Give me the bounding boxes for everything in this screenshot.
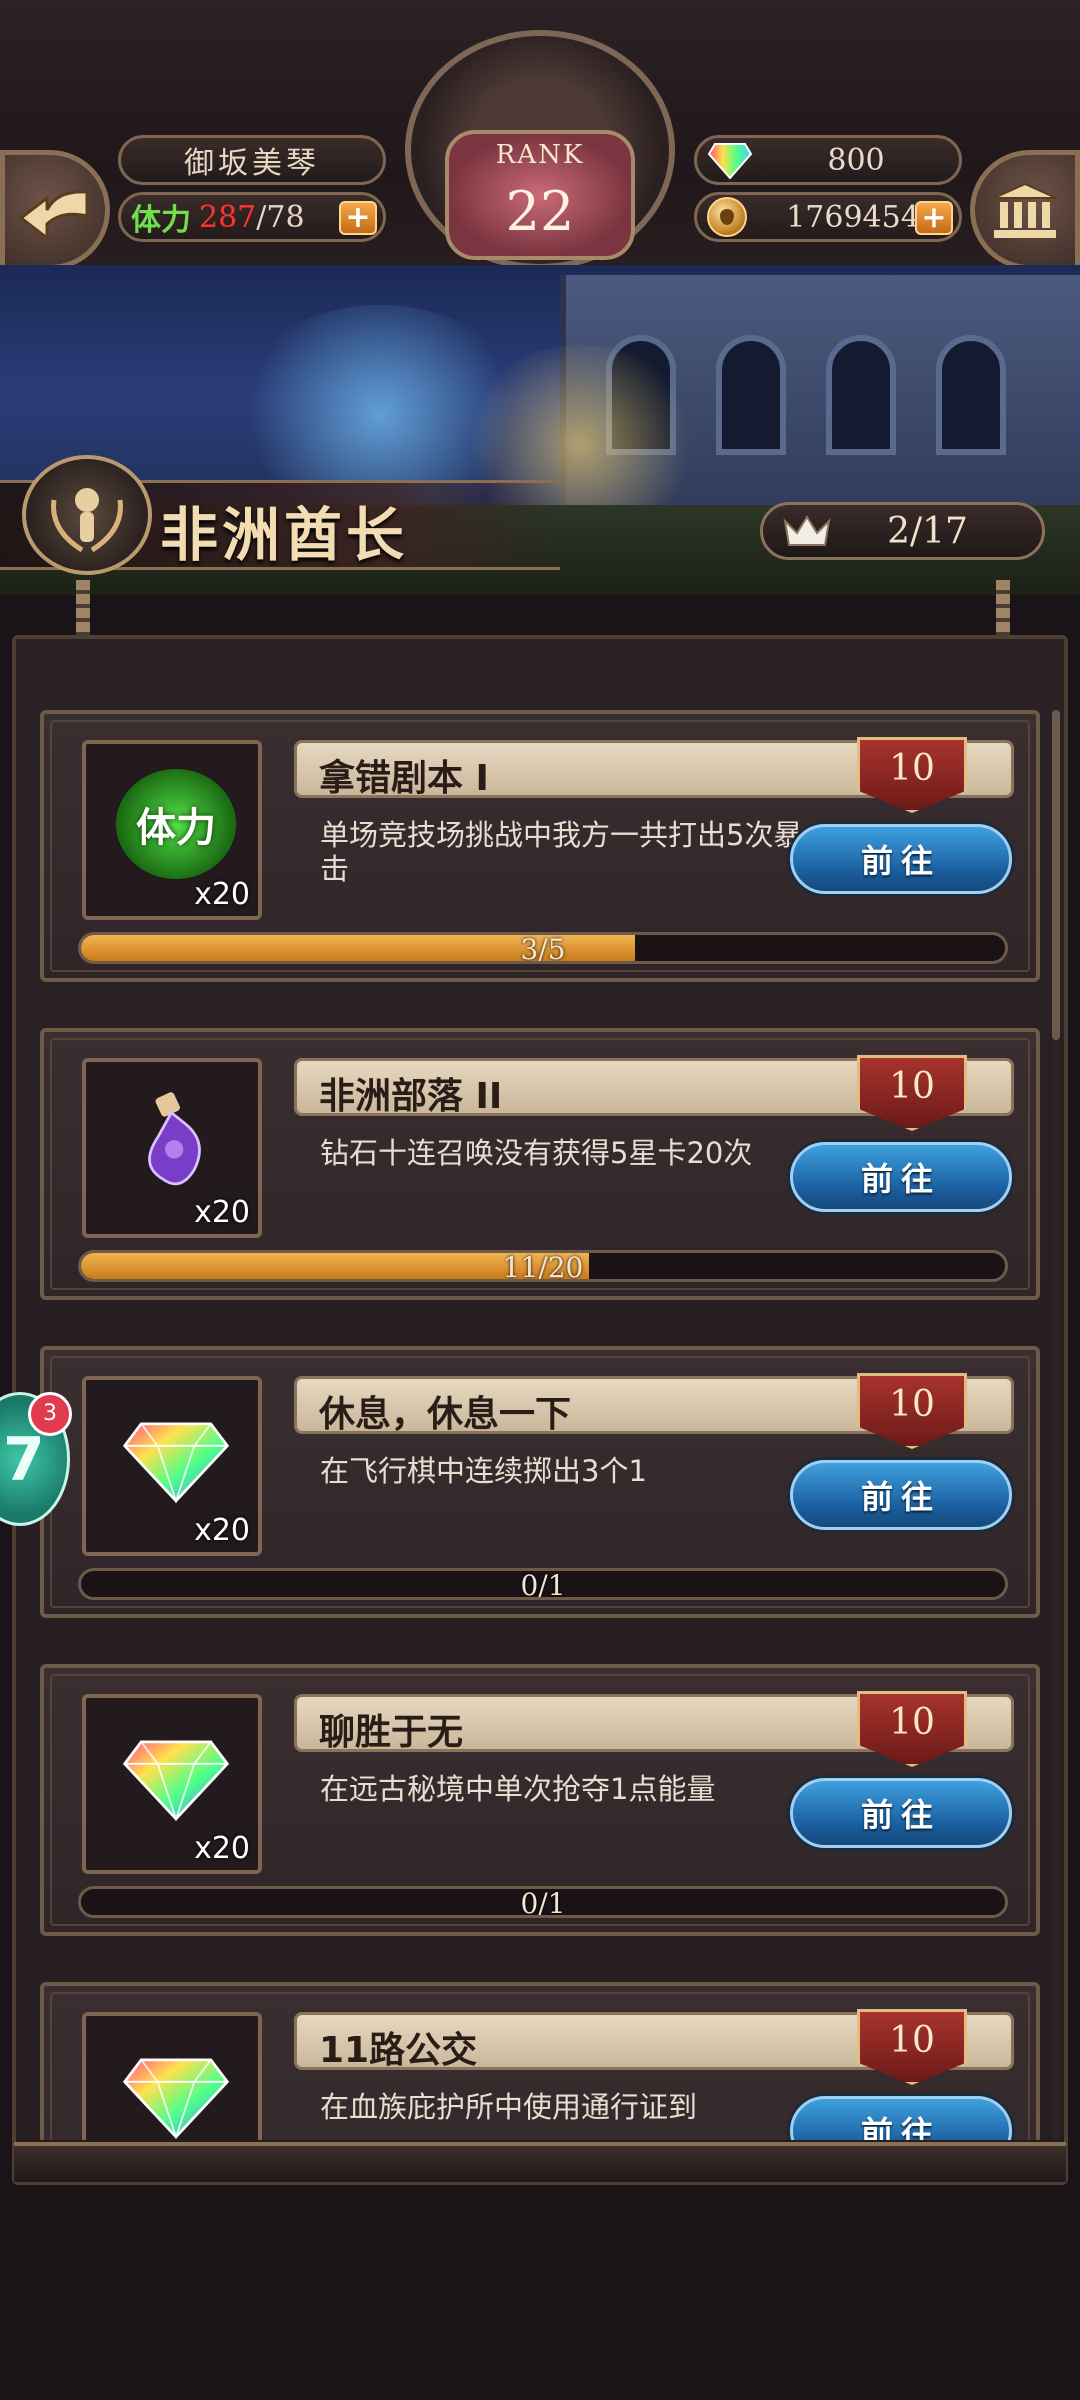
gem-icon — [707, 143, 753, 180]
chain-left — [76, 580, 90, 640]
task-description: 在远古秘境中单次抢夺1点能量 — [320, 1772, 716, 1806]
go-button[interactable]: 前往 — [790, 1460, 1012, 1530]
crown-icon — [783, 515, 831, 546]
scrollbar-thumb[interactable] — [1052, 710, 1060, 1040]
task-title-bar: 拿错剧本 I 10 — [294, 737, 1014, 813]
back-arrow-icon — [18, 190, 89, 240]
task-points: 10 — [889, 1066, 935, 1107]
task-progress-text: 0/1 — [520, 1887, 566, 1918]
task-title: 拿错剧本 I — [319, 758, 489, 799]
reward-slot[interactable]: x20 — [82, 1058, 262, 1238]
player-name: 御坂美琴 — [118, 135, 386, 185]
top-bar: 御坂美琴 体力 287 /78 + RANK 22 800 1769454 + — [0, 0, 1080, 290]
points-ribbon: 10 — [857, 1373, 967, 1449]
go-button-label: 前往 — [860, 2114, 941, 2140]
side-float-label: 7 — [3, 1425, 45, 1495]
reward-quantity: x20 — [194, 1513, 250, 1548]
task-title: 休息，休息一下 — [319, 1394, 572, 1435]
reward-slot[interactable]: x20 — [82, 2012, 262, 2140]
go-button[interactable]: 前往 — [790, 1778, 1012, 1848]
task-progress-bar: 0/1 — [78, 1886, 1008, 1918]
achievement-progress-value: 2/17 — [887, 510, 968, 552]
task-title-bar: 非洲部落 II 10 — [294, 1055, 1014, 1131]
add-stamina-button[interactable]: + — [339, 201, 377, 235]
stamina-icon: 体力 — [116, 769, 236, 879]
task-card: x20 休息，休息一下 10 在飞行棋中连续掷出3个1 前往 0/1 — [40, 1346, 1040, 1618]
back-button[interactable] — [0, 150, 110, 270]
task-title: 11路公交 — [319, 2030, 478, 2071]
reward-slot[interactable]: 体力 x20 — [82, 740, 262, 920]
stamina-display: 体力 287 /78 + — [118, 192, 386, 242]
add-gold-button[interactable]: + — [915, 201, 953, 235]
gold-display: 1769454 + — [694, 192, 962, 242]
task-card: 体力 x20 拿错剧本 I 10 单场竞技场挑战中我方一共打出5次暴击 前往 3… — [40, 710, 1040, 982]
task-title-bar: 聊胜于无 10 — [294, 1691, 1014, 1767]
task-points: 10 — [889, 1384, 935, 1425]
stamina-max: /78 — [256, 199, 305, 235]
stamina-label: 体力 — [131, 203, 191, 238]
gem-icon — [122, 1421, 230, 1504]
task-title-bar: 11路公交 10 — [294, 2009, 1014, 2085]
reward-quantity: x20 — [194, 1195, 250, 1230]
task-progress-text: 11/20 — [502, 1251, 584, 1282]
task-points: 10 — [889, 1702, 935, 1743]
achievement-title: 非洲酋长 — [160, 501, 409, 569]
task-card: x20 聊胜于无 10 在远古秘境中单次抢夺1点能量 前往 0/1 — [40, 1664, 1040, 1936]
task-progress-text: 3/5 — [520, 933, 566, 964]
task-title: 聊胜于无 — [319, 1712, 464, 1753]
task-progress-text: 0/1 — [520, 1569, 566, 1600]
gem-icon — [122, 2057, 230, 2140]
task-description: 在飞行棋中连续掷出3个1 — [320, 1454, 647, 1488]
go-button[interactable]: 前往 — [790, 2096, 1012, 2140]
task-description: 单场竞技场挑战中我方一共打出5次暴击 — [320, 818, 803, 886]
task-title-bar: 休息，休息一下 10 — [294, 1373, 1014, 1449]
task-progress-bar: 0/1 — [78, 1568, 1008, 1600]
task-points: 10 — [889, 748, 935, 789]
task-progress-bar: 11/20 — [78, 1250, 1008, 1282]
task-card: x20 非洲部落 II 10 钻石十连召唤没有获得5星卡20次 前往 11/20 — [40, 1028, 1040, 1300]
task-description: 钻石十连召唤没有获得5星卡20次 — [320, 1136, 753, 1170]
points-ribbon: 10 — [857, 1055, 967, 1131]
reward-slot[interactable]: x20 — [82, 1376, 262, 1556]
stamina-current: 287 — [199, 199, 257, 235]
gem-count: 800 — [827, 142, 885, 178]
rank-value: 22 — [505, 180, 575, 243]
task-points: 10 — [889, 2020, 935, 2061]
reward-quantity: x20 — [194, 1831, 250, 1866]
notification-badge: 3 — [28, 1392, 72, 1436]
laurel-icon — [51, 488, 123, 553]
go-button-label: 前往 — [860, 1478, 941, 1516]
gem-icon — [122, 1739, 230, 1822]
gold-coin-icon — [707, 197, 747, 237]
reward-quantity: x20 — [194, 877, 250, 912]
chain-right — [996, 580, 1010, 640]
task-progress-bar: 3/5 — [78, 932, 1008, 964]
laurel-emblem — [22, 455, 152, 575]
task-list-scrollbar[interactable] — [1052, 710, 1060, 2140]
task-list[interactable]: 体力 x20 拿错剧本 I 10 单场竞技场挑战中我方一共打出5次暴击 前往 3… — [26, 710, 1044, 2140]
rank-label: RANK — [495, 140, 585, 170]
panel-bottom-frame — [14, 2142, 1066, 2182]
achievement-progress: 2/17 — [760, 502, 1045, 560]
go-button-label: 前往 — [860, 1796, 941, 1834]
points-ribbon: 10 — [857, 737, 967, 813]
go-button[interactable]: 前往 — [790, 1142, 1012, 1212]
points-ribbon: 10 — [857, 1691, 967, 1767]
rank-medal: RANK 22 — [395, 30, 685, 280]
potion-icon — [148, 1092, 201, 1186]
hall-button[interactable] — [970, 150, 1080, 270]
reward-slot[interactable]: x20 — [82, 1694, 262, 1874]
go-button-label: 前往 — [860, 1160, 941, 1198]
go-button-label: 前往 — [860, 842, 941, 880]
task-description: 在血族庇护所中使用通行证到 — [320, 2090, 698, 2124]
gem-display: 800 — [694, 135, 962, 185]
go-button[interactable]: 前往 — [790, 824, 1012, 894]
task-title: 非洲部落 II — [319, 1076, 503, 1117]
task-card: x20 11路公交 10 在血族庇护所中使用通行证到 前往 — [40, 1982, 1040, 2140]
points-ribbon: 10 — [857, 2009, 967, 2085]
temple-icon — [993, 182, 1057, 238]
